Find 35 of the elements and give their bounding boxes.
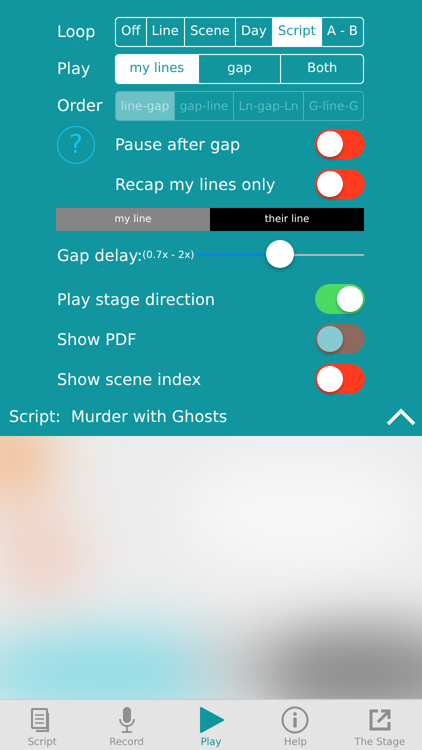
tab-bar-item[interactable]: Help (253, 700, 338, 750)
script-title: Script: Murder with Ghosts (9, 407, 228, 426)
toggle-label: Recap my lines only (115, 174, 276, 194)
slider-thumb[interactable] (266, 240, 294, 268)
segment-option[interactable]: my lines (116, 54, 198, 82)
play-icon (197, 706, 226, 734)
toggle-switch[interactable] (315, 364, 365, 394)
toggle-label: Play stage direction (57, 290, 216, 308)
segment-option[interactable]: Off (116, 18, 146, 46)
help-icon[interactable]: ? (57, 126, 95, 164)
info-icon (281, 706, 310, 734)
tab-bar-item[interactable]: Record (84, 700, 169, 750)
segment-option[interactable]: A - B (320, 18, 363, 46)
tab-bar-item[interactable]: Script (0, 700, 84, 750)
toggle-switch[interactable] (315, 169, 365, 199)
legend-label: their line (210, 208, 364, 231)
setting-label: Loop (57, 22, 96, 41)
segment-option[interactable]: gap (198, 54, 280, 82)
setting-label: Play (57, 59, 92, 78)
slider-label: Gap delay: (57, 246, 142, 264)
tab-bar-item[interactable]: Play (168, 700, 254, 750)
toggle-switch[interactable] (315, 284, 365, 314)
segment-option[interactable]: Script (272, 18, 321, 46)
segment-option[interactable]: Both (280, 54, 363, 82)
toggle-label: Show scene index (57, 370, 202, 388)
setting-label: Order (57, 96, 104, 115)
segment-option[interactable]: Line (146, 18, 184, 46)
chevron-up-icon[interactable] (386, 408, 416, 426)
segment-option[interactable]: Scene (184, 18, 235, 46)
tab-bar-item[interactable]: The Stage (338, 700, 422, 750)
toggle-label: Show PDF (57, 330, 136, 348)
legend-label: my line (56, 208, 210, 231)
range-text: (0.7x - 2x) (142, 250, 194, 260)
toggle-switch[interactable] (315, 129, 365, 159)
toggle-label: Pause after gap (115, 134, 240, 154)
